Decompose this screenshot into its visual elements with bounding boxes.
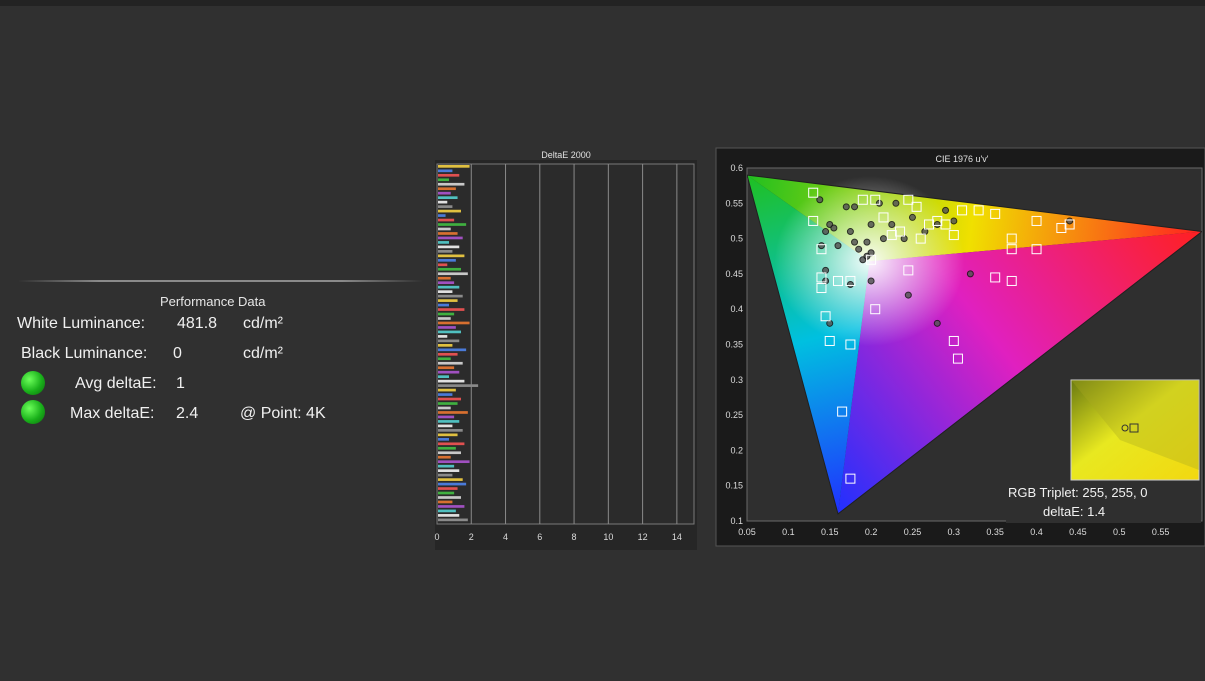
cie-y-tick-label: 0.55 bbox=[725, 198, 743, 208]
cie-x-tick-label: 0.35 bbox=[986, 527, 1004, 537]
cie-measured-point bbox=[942, 206, 950, 214]
cie-y-tick-label: 0.15 bbox=[725, 481, 743, 491]
cie-y-tick-label: 0.45 bbox=[725, 269, 743, 279]
cie-x-tick-label: 0.05 bbox=[738, 527, 756, 537]
cie-measured-point bbox=[1066, 217, 1074, 225]
cie-x-tick-label: 0.55 bbox=[1152, 527, 1170, 537]
cie-measured-point bbox=[966, 270, 974, 278]
cie-x-tick-label: 0.25 bbox=[904, 527, 922, 537]
cie-x-tick-label: 0.5 bbox=[1113, 527, 1126, 537]
cie-measured-point bbox=[863, 238, 871, 246]
cie-measured-point bbox=[904, 291, 912, 299]
cie-measured-point bbox=[908, 213, 916, 221]
cie-measured-point bbox=[867, 277, 875, 285]
cie-chart: CIE 1976 u'v' 0.05 0.1 0.15 0.2 0.25 0.3 0.35 0… bbox=[715, 147, 1205, 547]
cie-y-tick-label: 0.3 bbox=[730, 375, 743, 385]
cie-measured-point bbox=[855, 245, 863, 253]
cie-measured-point bbox=[851, 238, 859, 246]
cie-measured-point bbox=[867, 220, 875, 228]
cie-y-tick-label: 0.5 bbox=[730, 234, 743, 244]
cie-y-tick-label: 0.25 bbox=[725, 410, 743, 420]
cie-y-tick-label: 0.4 bbox=[730, 304, 743, 314]
cie-x-tick-label: 0.1 bbox=[782, 527, 795, 537]
cie-measured-point bbox=[851, 203, 859, 211]
rgb-triplet-label: RGB Triplet: 255, 255, 0 bbox=[1008, 485, 1147, 500]
cie-x-tick-label: 0.2 bbox=[865, 527, 878, 537]
cie-measured-point bbox=[950, 217, 958, 225]
cie-measured-point bbox=[846, 228, 854, 236]
cie-x-tick-label: 0.15 bbox=[821, 527, 839, 537]
cie-measured-point bbox=[822, 228, 830, 236]
cie-x-tick-label: 0.45 bbox=[1069, 527, 1087, 537]
cie-y-tick-label: 0.1 bbox=[730, 516, 743, 526]
cie-measured-point bbox=[892, 199, 900, 207]
inset-deltae-label: deltaE: 1.4 bbox=[1043, 504, 1105, 519]
cie-x-tick-label: 0.3 bbox=[948, 527, 961, 537]
cie-measured-point bbox=[933, 220, 941, 228]
cie-y-tick-label: 0.2 bbox=[730, 445, 743, 455]
cie-measured-point bbox=[834, 242, 842, 250]
cie-measured-point bbox=[933, 319, 941, 327]
cie-measured-point bbox=[846, 280, 854, 288]
cie-measured-point bbox=[880, 235, 887, 243]
cie-measured-point bbox=[888, 220, 896, 228]
cie-measured-point bbox=[830, 224, 838, 232]
cie-measured-point bbox=[842, 203, 850, 211]
cie-y-tick-label: 0.6 bbox=[730, 163, 743, 173]
cie-y-tick-label: 0.35 bbox=[725, 340, 743, 350]
cie-measured-point bbox=[817, 242, 825, 250]
cie-chart-title: CIE 1976 u'v' bbox=[936, 154, 989, 164]
cie-x-tick-label: 0.4 bbox=[1030, 527, 1043, 537]
